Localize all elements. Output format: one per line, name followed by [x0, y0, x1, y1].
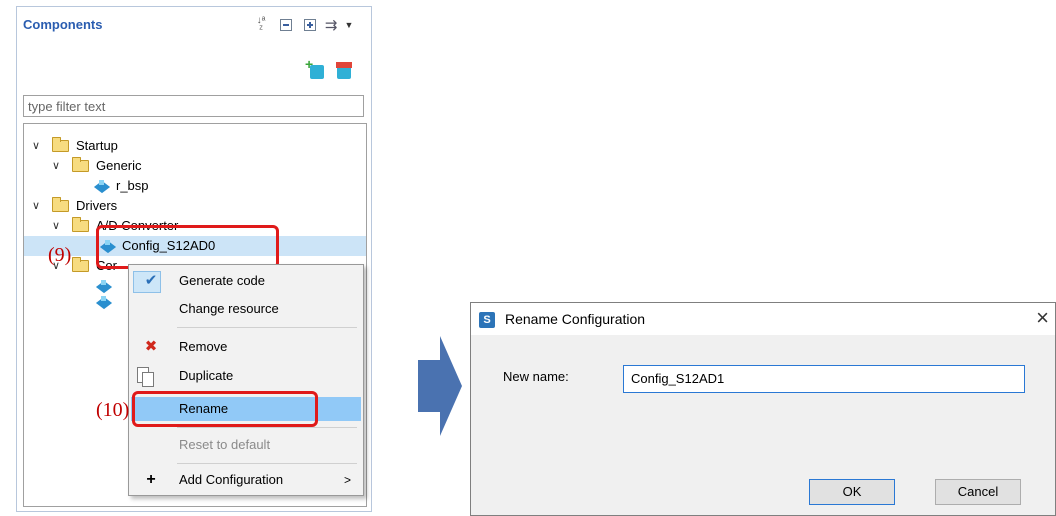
menu-item-label: Generate code [179, 273, 266, 288]
menu-item-label: Add Configuration [179, 472, 284, 487]
view-menu-chevron-down-icon[interactable]: ▼ [341, 17, 357, 33]
menu-item-label: Reset to default [179, 437, 271, 452]
step-label-9: (9) [48, 244, 72, 266]
menu-item-add-configuration[interactable]: + Add Configuration > [131, 468, 361, 492]
collapse-all-icon[interactable] [278, 17, 294, 33]
folder-icon [72, 217, 89, 232]
menu-separator [177, 327, 357, 328]
check-icon: ✔ [144, 272, 158, 289]
add-component-icon[interactable] [305, 56, 324, 79]
chevron-down-icon[interactable]: ∨ [30, 196, 42, 216]
cancel-button[interactable]: Cancel [935, 479, 1021, 505]
ok-button[interactable]: OK [809, 479, 895, 505]
dialog-title: Rename Configuration [505, 311, 646, 327]
chevron-down-icon[interactable]: ∨ [30, 136, 42, 156]
duplicate-icon [137, 367, 154, 387]
tree-item-startup[interactable]: ∨ Startup [24, 136, 364, 156]
folder-icon [72, 157, 89, 172]
context-menu: ✔ Generate code Change resource ✖ Remove… [128, 264, 364, 496]
close-icon[interactable]: × [1036, 305, 1049, 331]
tree-item-label: r_bsp [116, 178, 149, 193]
tree-item-r-bsp[interactable]: r_bsp [24, 176, 364, 196]
highlight-box-config [96, 225, 279, 269]
component-cube-icon [94, 179, 108, 193]
tree-item-label: Startup [76, 138, 118, 153]
expand-all-icon[interactable] [302, 17, 318, 33]
sync-icon[interactable]: ⇉ [323, 17, 339, 34]
menu-separator [177, 427, 357, 428]
menu-item-reset-to-default[interactable]: Reset to default [131, 433, 361, 457]
sort-alpha-icon[interactable]: ↓ᵃ ᶻ [253, 16, 269, 35]
filter-input[interactable]: type filter text [23, 95, 364, 117]
panel-title: Components [23, 17, 103, 32]
dialog-titlebar: S Rename Configuration × [471, 303, 1055, 335]
step-label-10: (10) [96, 399, 130, 421]
tree-item-generic[interactable]: ∨ Generic [24, 156, 364, 176]
folder-icon [52, 137, 69, 152]
menu-item-duplicate[interactable]: Duplicate [131, 364, 361, 388]
remove-component-icon[interactable] [336, 62, 352, 79]
tree-item-drivers[interactable]: ∨ Drivers [24, 196, 364, 216]
flow-arrow-icon [418, 336, 462, 436]
highlight-box-rename [132, 391, 318, 427]
rename-dialog: S Rename Configuration × New name: Confi… [470, 302, 1056, 516]
menu-item-remove[interactable]: ✖ Remove [131, 335, 361, 359]
menu-item-label: Change resource [179, 301, 279, 316]
tree-item-label: Drivers [76, 198, 118, 213]
menu-item-label: Remove [179, 339, 228, 354]
chevron-down-icon[interactable]: ∨ [50, 156, 62, 176]
menu-separator [177, 463, 357, 464]
folder-icon [52, 197, 69, 212]
menu-item-change-resource[interactable]: Change resource [131, 297, 361, 321]
menu-item-label: Duplicate [179, 368, 234, 383]
tree-item-hidden-2[interactable] [24, 292, 124, 312]
component-cube-icon [96, 279, 110, 293]
chevron-down-icon[interactable]: ∨ [50, 216, 62, 236]
component-cube-icon [96, 295, 110, 309]
menu-item-generate-code[interactable]: ✔ Generate code [131, 269, 361, 293]
tree-item-label: Generic [96, 158, 142, 173]
new-name-input[interactable]: Config_S12AD1 [623, 365, 1025, 393]
remove-x-icon: ✖ [144, 338, 158, 355]
app-icon: S [479, 312, 495, 328]
submenu-arrow-icon: > [343, 473, 351, 487]
folder-icon [72, 257, 89, 272]
plus-icon: + [146, 471, 156, 488]
new-name-label: New name: [503, 369, 569, 384]
